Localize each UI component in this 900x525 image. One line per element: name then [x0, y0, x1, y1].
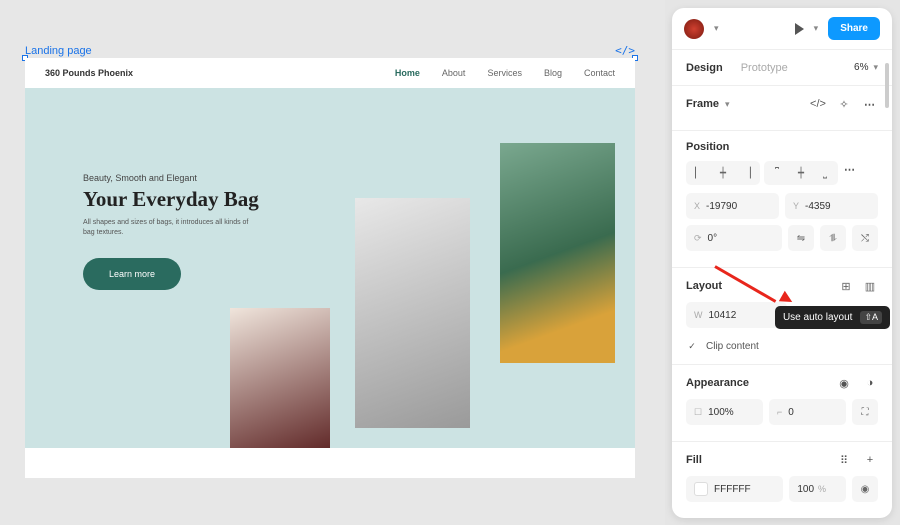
product-image-3: [500, 143, 615, 363]
fill-color-field[interactable]: FFFFFF: [686, 476, 783, 502]
zoom-chevron-icon: ▾: [873, 62, 878, 73]
panel-tabs: Design Prototype 6% ▾: [672, 50, 892, 86]
opacity-field[interactable]: ☐100%: [686, 399, 763, 425]
blend-mode-icon[interactable]: ◑: [862, 375, 878, 391]
frame-type-label[interactable]: Frame: [686, 98, 719, 110]
fill-section: Fill ⠿ + FFFFFF 100 % ◉: [672, 442, 892, 518]
align-vertical-group: ⎴ ┿ ⎵: [764, 161, 838, 185]
avatar-chevron-icon[interactable]: ▾: [714, 23, 719, 34]
site-logo: 360 Pounds Phoenix: [45, 68, 133, 78]
frame-section: Frame ▾ </> ✧ ⋯: [672, 86, 892, 131]
zoom-control[interactable]: 6% ▾: [854, 62, 878, 73]
width-field[interactable]: W10412: [686, 302, 787, 328]
fill-styles-icon[interactable]: ⠿: [836, 452, 852, 468]
align-top-icon[interactable]: ⎴: [766, 163, 788, 183]
fill-title: Fill: [686, 454, 702, 466]
fill-visibility-icon[interactable]: ◉: [852, 476, 878, 502]
landing-page-frame[interactable]: 360 Pounds Phoenix Home About Services B…: [25, 58, 635, 478]
annotation-arrow: [715, 265, 785, 268]
component-icon[interactable]: ✧: [836, 96, 852, 112]
position-section: Position ▏ ┿ ▕ ⎴ ┿ ⎵ ⋯ X-19790 Y-4359 ⟳0…: [672, 131, 892, 268]
nav-menu: Home About Services Blog Contact: [395, 68, 615, 78]
nav-item-services: Services: [487, 68, 522, 78]
align-bottom-icon[interactable]: ⎵: [814, 163, 836, 183]
dev-ready-icon[interactable]: </>: [810, 96, 826, 112]
position-x-field[interactable]: X-19790: [686, 193, 779, 219]
align-right-icon[interactable]: ▕: [736, 163, 758, 183]
panel-toolbar: ▾ ▾ Share: [672, 8, 892, 50]
nav-item-contact: Contact: [584, 68, 615, 78]
clip-content-option[interactable]: ✓ Clip content: [686, 334, 878, 354]
layout-grid-icon[interactable]: ⊞: [838, 278, 854, 294]
present-play-icon[interactable]: [795, 23, 804, 35]
individual-corners-icon[interactable]: ⛶: [852, 399, 878, 425]
design-canvas[interactable]: Landing page </> 360 Pounds Phoenix Home…: [0, 0, 665, 525]
panel-scrollbar[interactable]: [885, 63, 889, 108]
clip-content-checkbox-icon: ✓: [686, 340, 698, 352]
present-chevron-icon[interactable]: ▾: [814, 23, 819, 34]
hero-copy: Beauty, Smooth and Elegant Your Everyday…: [83, 173, 303, 290]
zoom-value: 6%: [854, 62, 868, 73]
align-h-center-icon[interactable]: ┿: [712, 163, 734, 183]
appearance-section: Appearance ◉ ◑ ☐100% ⌐0 ⛶: [672, 365, 892, 442]
tooltip-shortcut: ⇧A: [860, 311, 882, 324]
nav-item-blog: Blog: [544, 68, 562, 78]
share-button[interactable]: Share: [828, 17, 880, 40]
flip-vertical-icon[interactable]: ⥮: [820, 225, 846, 251]
user-avatar[interactable]: [684, 19, 704, 39]
appearance-title: Appearance: [686, 377, 749, 389]
fill-swatch: [694, 482, 708, 496]
product-image-1: [230, 308, 330, 458]
frame-name-label[interactable]: Landing page: [25, 45, 92, 57]
tab-design[interactable]: Design: [686, 62, 723, 74]
nav-item-home: Home: [395, 68, 420, 78]
flip-both-icon[interactable]: ⤭: [852, 225, 878, 251]
position-y-field[interactable]: Y-4359: [785, 193, 878, 219]
tab-prototype[interactable]: Prototype: [741, 62, 788, 74]
auto-layout-icon[interactable]: ▥: [862, 278, 878, 294]
add-fill-icon[interactable]: +: [862, 452, 878, 468]
align-more-icon[interactable]: ⋯: [842, 161, 858, 177]
align-horizontal-group: ▏ ┿ ▕: [686, 161, 760, 185]
properties-panel: ▾ ▾ Share Design Prototype 6% ▾ Frame ▾ …: [672, 8, 892, 518]
flip-horizontal-icon[interactable]: ⇋: [788, 225, 814, 251]
nav-item-about: About: [442, 68, 466, 78]
hero-kicker: Beauty, Smooth and Elegant: [83, 173, 303, 183]
layout-title: Layout: [686, 280, 722, 292]
page-navbar: 360 Pounds Phoenix Home About Services B…: [25, 58, 635, 88]
visibility-icon[interactable]: ◉: [836, 375, 852, 391]
align-left-icon[interactable]: ▏: [688, 163, 710, 183]
learn-more-button: Learn more: [83, 258, 181, 290]
position-title: Position: [686, 141, 729, 153]
align-v-center-icon[interactable]: ┿: [790, 163, 812, 183]
more-options-icon[interactable]: ⋯: [862, 96, 878, 112]
clip-content-label: Clip content: [706, 341, 759, 352]
tooltip-text: Use auto layout: [783, 312, 853, 323]
hero-description: All shapes and sizes of bags, it introdu…: [83, 218, 253, 238]
corner-radius-field[interactable]: ⌐0: [769, 399, 846, 425]
product-image-2: [355, 198, 470, 428]
fill-opacity-field[interactable]: 100 %: [789, 476, 846, 502]
rotation-field[interactable]: ⟳0°: [686, 225, 782, 251]
hero-title: Your Everyday Bag: [83, 187, 303, 212]
auto-layout-tooltip: Use auto layout ⇧A: [775, 306, 890, 329]
page-footer-strip: [25, 448, 635, 478]
frame-chevron-icon[interactable]: ▾: [725, 99, 730, 110]
